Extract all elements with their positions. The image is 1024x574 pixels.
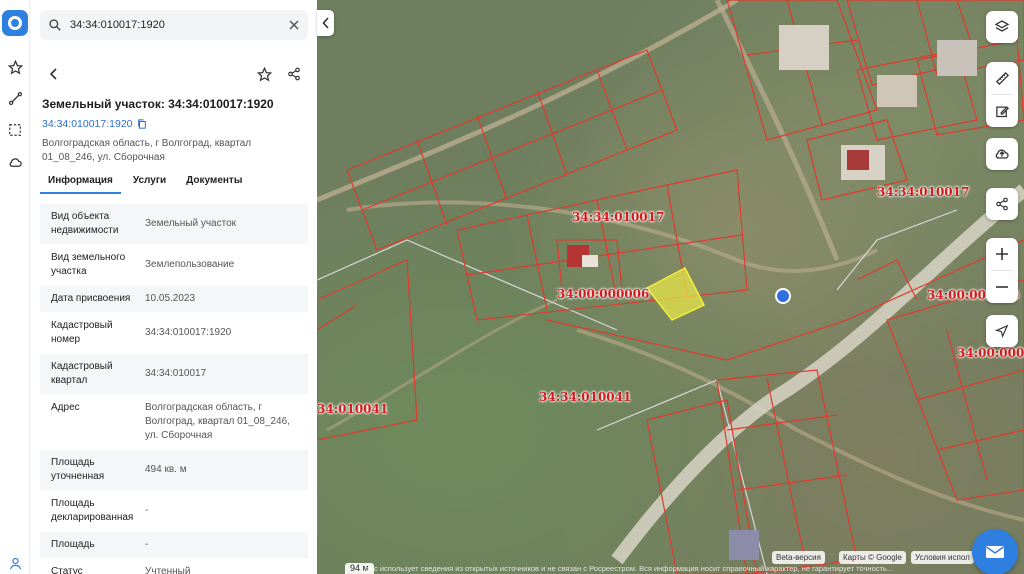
area-select-icon[interactable]	[5, 120, 25, 140]
row-value: 10.05.2023	[145, 293, 196, 304]
edit-icon[interactable]	[986, 95, 1018, 127]
row-value: -	[145, 539, 149, 550]
table-row: Вид земельного участка Землепользование	[40, 245, 308, 286]
map-overlay	[317, 0, 1024, 574]
row-value: 34:34:010017:1920	[145, 327, 232, 338]
parcel-address: Волгоградская область, г Волгоград, квар…	[42, 138, 252, 163]
quarter-label: 34:00:000006	[957, 346, 1024, 360]
share-icon[interactable]	[986, 188, 1018, 220]
row-key: Кадастровый номер	[51, 320, 113, 345]
favorite-star-icon[interactable]	[254, 64, 274, 84]
table-row: Площадь -	[40, 532, 308, 559]
row-value: Учтенный	[145, 566, 191, 574]
search-input[interactable]	[70, 19, 270, 31]
table-row: Вид объекта недвижимости Земельный участо…	[40, 204, 308, 245]
zoom-in-icon[interactable]	[986, 238, 1018, 270]
table-row: Площадь уточненная 494 кв. м	[40, 450, 308, 491]
table-row: Адрес Волгоградская область, г Волгоград,…	[40, 395, 308, 450]
row-key: Площадь	[51, 539, 95, 550]
row-value: 494 кв. м	[145, 464, 187, 475]
upload-button[interactable]	[986, 138, 1018, 170]
layers-icon[interactable]	[986, 11, 1018, 43]
info-table: Вид объекта недвижимости Земельный участо…	[40, 204, 308, 574]
row-key: Статус	[51, 566, 83, 574]
tab-information[interactable]: Информация	[40, 172, 121, 194]
panel-toolbar	[40, 62, 310, 86]
map-view[interactable]: 34:34:010017 34:34:010017 34:00:000006 3…	[317, 0, 1024, 574]
maps-credit[interactable]: Карты © Google	[839, 551, 906, 564]
user-icon[interactable]	[5, 553, 25, 573]
row-value: Волгоградская область, г Волгоград, квар…	[145, 402, 290, 441]
quarter-label: 34:34:010017	[877, 185, 970, 199]
map-share-button[interactable]	[986, 188, 1018, 220]
tab-documents[interactable]: Документы	[178, 172, 250, 194]
collapse-panel-button[interactable]	[317, 10, 334, 36]
table-row: Кадастровый номер 34:34:010017:1920	[40, 313, 308, 354]
row-key: Площадь декларированная	[51, 498, 134, 523]
table-row: Статус Учтенный	[40, 559, 308, 574]
quarter-label: 34:34:010041	[539, 390, 632, 404]
quarter-label: 34:00:000006	[557, 287, 650, 301]
ruler-icon[interactable]	[986, 62, 1018, 94]
copy-icon[interactable]	[137, 119, 147, 129]
row-key: Адрес	[51, 402, 80, 413]
table-row: Площадь декларированная -	[40, 491, 308, 532]
row-key: Кадастровый квартал	[51, 361, 113, 386]
quarter-label: 34:34:010017	[572, 210, 665, 224]
info-tabs: Информация Услуги Документы	[40, 172, 308, 194]
search-icon[interactable]	[40, 10, 70, 40]
back-button[interactable]	[44, 64, 64, 84]
row-key: Дата присвоения	[51, 293, 131, 304]
zoom-controls	[986, 238, 1018, 303]
tab-services[interactable]: Услуги	[125, 172, 174, 194]
row-value: Земельный участок	[145, 218, 237, 229]
feedback-button[interactable]	[972, 529, 1018, 574]
table-row: Дата присвоения 10.05.2023	[40, 286, 308, 313]
cloud-icon[interactable]	[5, 152, 25, 172]
favorites-icon[interactable]	[5, 57, 25, 77]
row-value: Землепользование	[145, 259, 235, 270]
search-bar	[40, 10, 308, 40]
share-icon[interactable]	[284, 64, 304, 84]
row-value: -	[145, 505, 149, 516]
cadastral-link[interactable]: 34:34:010017:1920	[42, 118, 147, 130]
left-rail	[0, 0, 30, 574]
locate-button[interactable]	[986, 315, 1018, 347]
quarter-label: 34:010041	[317, 402, 389, 416]
table-row: Кадастровый квартал 34:34:010017	[40, 354, 308, 395]
disclaimer-text: ...рус использует сведения из открытых и…	[360, 564, 894, 573]
parcel-title: Земельный участок: 34:34:010017:1920	[42, 97, 274, 111]
row-key: Вид объекта недвижимости	[51, 211, 119, 236]
row-key: Площадь уточненная	[51, 457, 105, 482]
draw-tools	[986, 62, 1018, 127]
app-logo[interactable]	[2, 10, 28, 36]
cloud-upload-icon[interactable]	[986, 138, 1018, 170]
cadastral-link-text[interactable]: 34:34:010017:1920	[42, 118, 133, 130]
layers-button[interactable]	[986, 11, 1018, 43]
app-root: Земельный участок: 34:34:010017:1920 34:…	[0, 0, 1024, 574]
mail-icon[interactable]	[985, 545, 1005, 559]
navigation-arrow-icon[interactable]	[986, 315, 1018, 347]
row-value: 34:34:010017	[145, 368, 207, 379]
info-panel: Земельный участок: 34:34:010017:1920 34:…	[30, 0, 317, 574]
route-icon[interactable]	[5, 88, 25, 108]
terms-link[interactable]: Условия испол	[911, 551, 974, 564]
zoom-out-icon[interactable]	[986, 271, 1018, 303]
close-icon[interactable]	[286, 17, 302, 33]
row-key: Вид земельного участка	[51, 252, 126, 277]
beta-badge[interactable]: Beta-версия	[772, 551, 825, 564]
